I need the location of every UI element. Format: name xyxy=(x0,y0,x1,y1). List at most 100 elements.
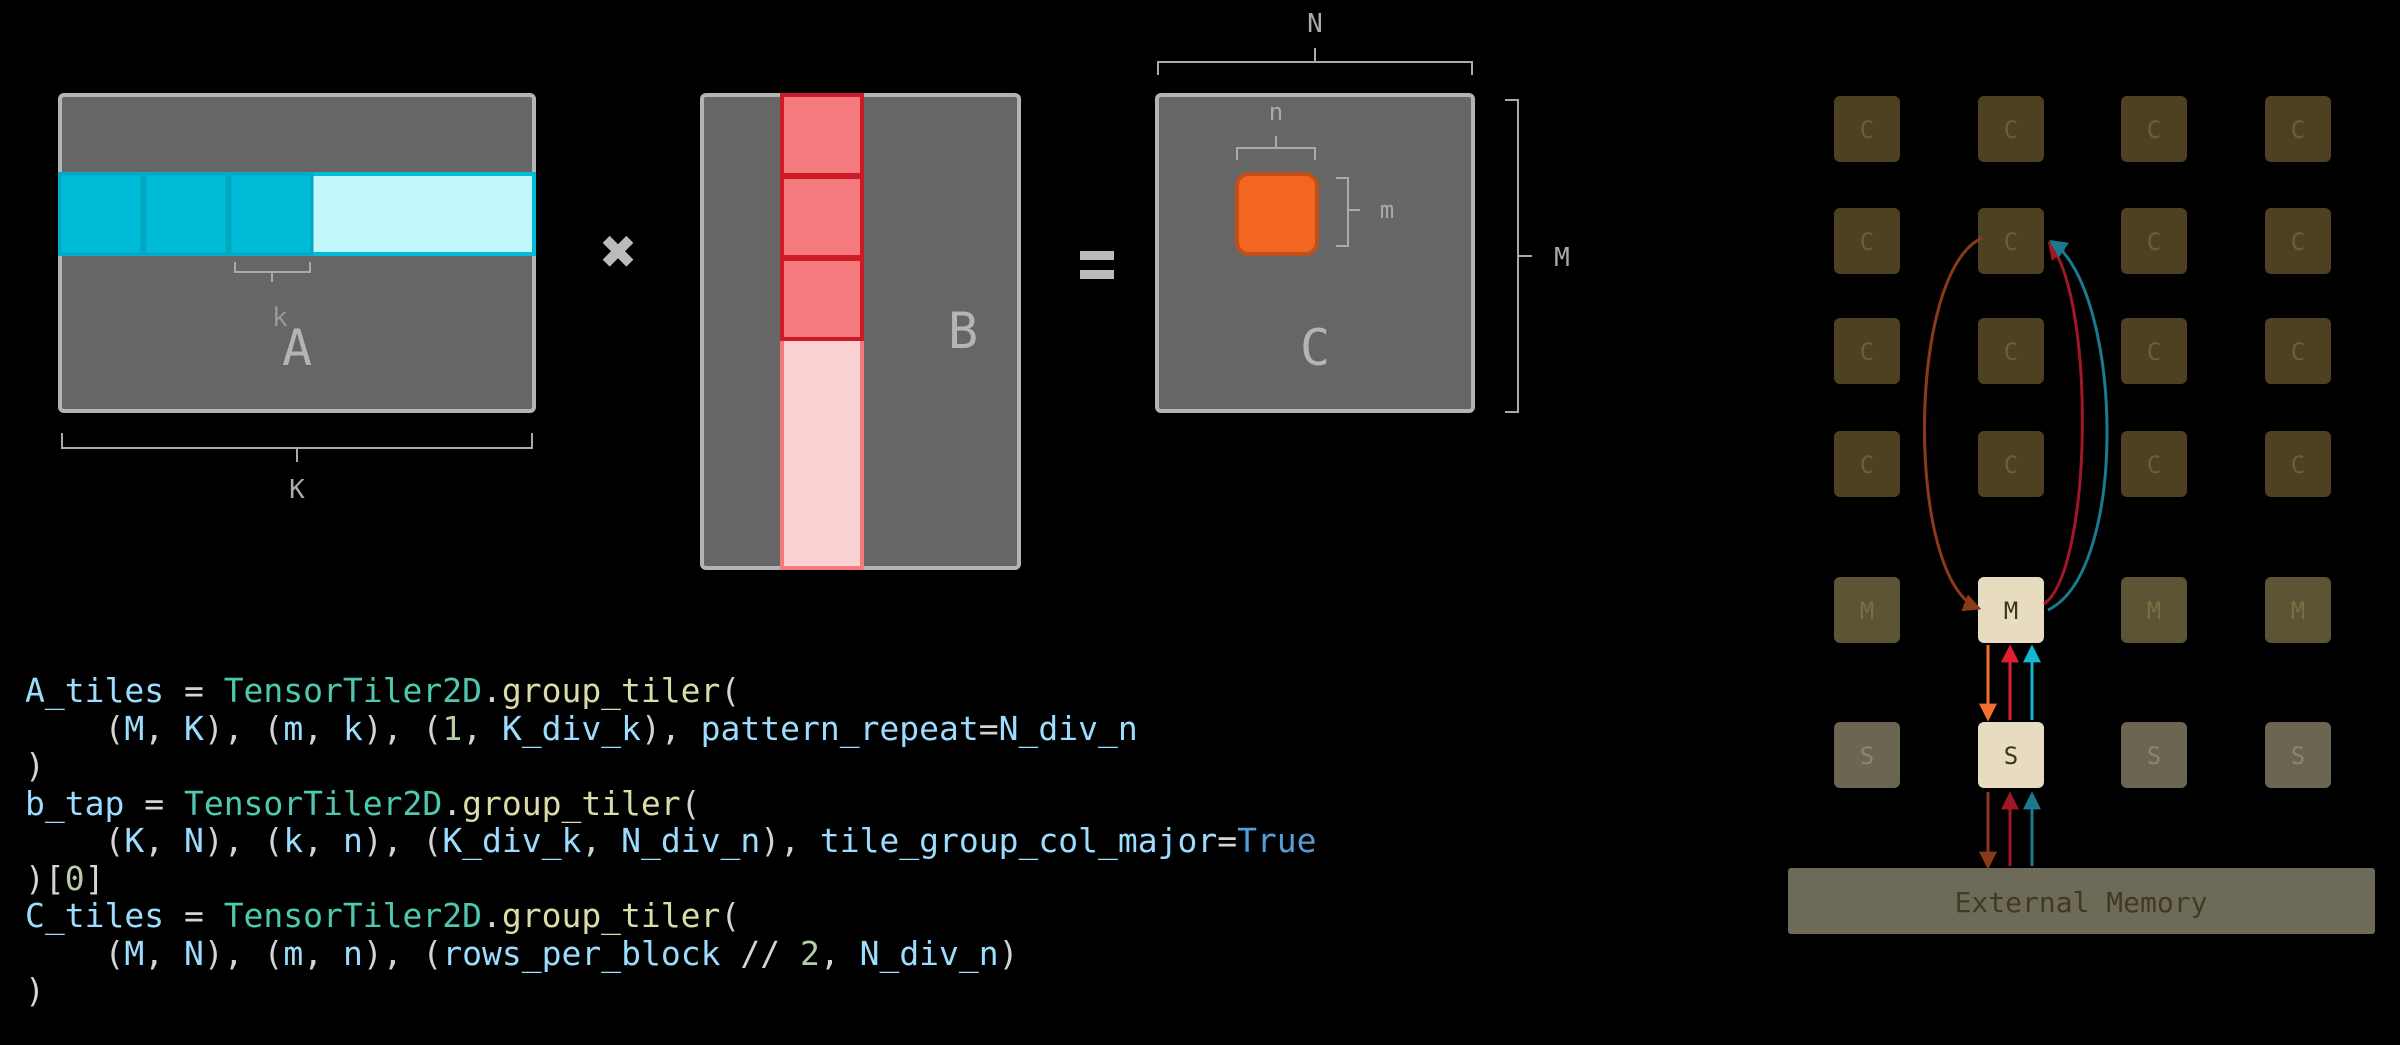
code-token: , xyxy=(303,708,343,748)
code-token: ) xyxy=(25,746,45,785)
matrix-a-width-label: K xyxy=(289,475,305,505)
code-token: ) xyxy=(998,933,1019,973)
matrix-c-height-brace xyxy=(1505,99,1532,413)
code-token: , xyxy=(144,933,184,973)
flow-arrow-mem-to-compute xyxy=(2043,241,2084,606)
matrix-c-tile-col-label: n xyxy=(1269,98,1283,126)
compute-tile-label: C xyxy=(2147,451,2161,479)
matrix-c-label: C xyxy=(1300,319,1330,377)
compute-tile-label: C xyxy=(2291,338,2305,366)
code-token: ), ( xyxy=(362,933,443,973)
code-token: ( xyxy=(25,821,125,860)
code-token: ), ( xyxy=(362,708,443,748)
code-token: k xyxy=(342,708,363,748)
code-token: ), ( xyxy=(203,821,284,860)
code-token: = xyxy=(124,783,184,823)
matrix-a-tile xyxy=(143,172,229,256)
code-line: (K, N), (k, n), (K_div_k, N_div_n), tile… xyxy=(25,821,1317,860)
code-token: ] xyxy=(84,858,105,898)
code-token: ( xyxy=(680,783,701,823)
code-token: K xyxy=(183,708,204,748)
compute-tile-label: C xyxy=(2004,228,2018,256)
code-token: N_div_n xyxy=(859,933,999,973)
shim-tile-label: S xyxy=(2147,742,2161,770)
code-token: group_tiler xyxy=(501,896,721,935)
code-token: N_div_n xyxy=(621,821,761,860)
code-token: N_div_n xyxy=(998,708,1138,748)
matrix-b-label: B xyxy=(948,302,978,360)
compute-tile-label: C xyxy=(2291,116,2305,144)
code-token: = xyxy=(1217,821,1238,860)
code-token: , xyxy=(581,821,622,860)
code-line: )[0] xyxy=(25,858,1317,898)
shim-tile-label: S xyxy=(2291,742,2305,770)
code-line: b_tap = TensorTiler2D.group_tiler( xyxy=(25,783,1317,823)
matrix-a-width-brace xyxy=(61,433,533,462)
code-token: ), ( xyxy=(203,933,284,973)
flow-arrow-compute-to-mem xyxy=(1923,236,1983,612)
external-memory: External Memory xyxy=(1788,868,2375,934)
code-token: 2 xyxy=(799,933,820,973)
shim-tile-label: S xyxy=(1860,742,1874,770)
matrix-b-tile xyxy=(780,257,864,341)
code-block: A_tiles = TensorTiler2D.group_tiler( (M,… xyxy=(25,672,1317,1010)
compute-tile-label: C xyxy=(2004,451,2018,479)
code-token: = xyxy=(164,896,224,935)
code-line: (M, N), (m, n), (rows_per_block // 2, N_… xyxy=(25,933,1317,973)
code-token: b_tap xyxy=(25,783,125,823)
compute-tile-label: C xyxy=(1860,451,1874,479)
code-token: TensorTiler2D xyxy=(223,896,482,935)
matrix-c-tile-row-label: m xyxy=(1380,196,1394,224)
code-token: n xyxy=(342,933,363,973)
code-token: group_tiler xyxy=(501,671,721,710)
equals-operator xyxy=(1080,251,1114,279)
code-token: )[ xyxy=(25,858,65,898)
code-token: 1 xyxy=(442,708,463,748)
matrix-c-width-label: N xyxy=(1307,9,1323,39)
code-token: , xyxy=(462,708,502,748)
code-line: ) xyxy=(25,747,1317,785)
code-token: k xyxy=(283,821,304,860)
compute-tile-label: C xyxy=(2291,451,2305,479)
compute-tile-label: C xyxy=(2291,228,2305,256)
code-token: = xyxy=(978,708,999,748)
code-token: ( xyxy=(720,671,741,710)
memory-tile-label: M xyxy=(2147,597,2161,625)
multiply-operator: ✖ xyxy=(599,225,638,279)
code-token: ), ( xyxy=(362,821,443,860)
code-line: (M, K), (m, k), (1, K_div_k), pattern_re… xyxy=(25,708,1317,748)
matrix-c-height-label: M xyxy=(1554,243,1570,273)
matrix-b-tile xyxy=(780,93,864,177)
code-line: C_tiles = TensorTiler2D.group_tiler( xyxy=(25,897,1317,935)
code-token: = xyxy=(164,671,224,710)
code-token: True xyxy=(1237,821,1317,860)
code-token: TensorTiler2D xyxy=(223,671,482,710)
matrix-a-label: A xyxy=(282,319,312,377)
matrix-c-tile xyxy=(1235,172,1319,256)
code-token: , xyxy=(303,821,343,860)
code-token: tile_group_col_major xyxy=(819,821,1218,860)
code-line: ) xyxy=(25,972,1317,1010)
matrix-b: B xyxy=(700,93,1021,570)
external-memory-label: External Memory xyxy=(1955,886,2208,919)
memory-tile-label: M xyxy=(2291,597,2305,625)
matrix-c-width-brace xyxy=(1157,48,1473,75)
code-token: ), ( xyxy=(203,708,284,748)
compute-tile-label: C xyxy=(2147,338,2161,366)
code-token: , xyxy=(144,708,184,748)
code-token: ) xyxy=(25,971,45,1010)
code-token: TensorTiler2D xyxy=(183,783,443,823)
code-token: ( xyxy=(25,933,125,973)
memory-tile-active-label: M xyxy=(2004,597,2018,625)
code-token: group_tiler xyxy=(462,783,681,823)
code-token: K_div_k xyxy=(501,708,642,748)
code-token: , xyxy=(819,933,860,973)
compute-tile-label: C xyxy=(1860,228,1874,256)
compute-tile-label: C xyxy=(2147,228,2161,256)
compute-tile-label: C xyxy=(1860,338,1874,366)
code-token: N xyxy=(183,821,204,860)
code-token: . xyxy=(481,671,502,710)
code-token: // xyxy=(720,933,800,973)
code-token: m xyxy=(283,933,304,973)
code-token: M xyxy=(124,708,145,748)
